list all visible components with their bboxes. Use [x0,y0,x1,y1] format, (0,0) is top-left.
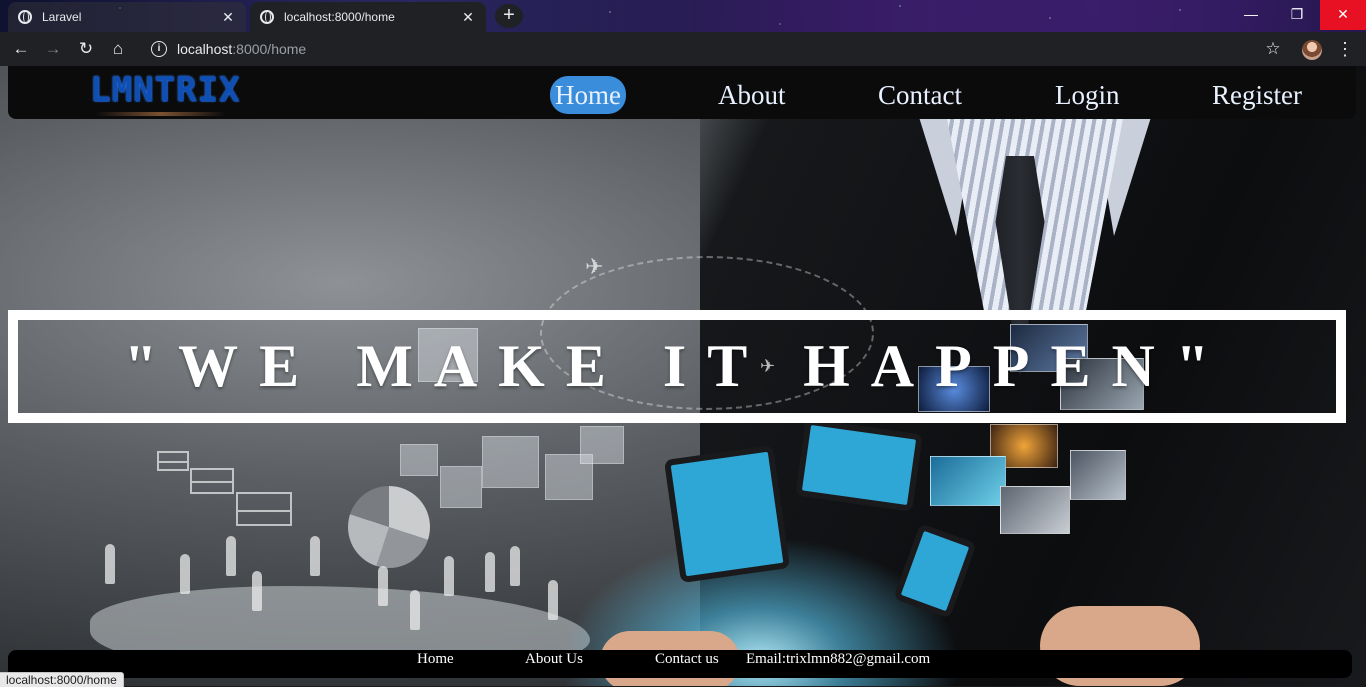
reload-icon[interactable]: ↻ [73,37,99,61]
footer-email: Email:trixlmn882@gmail.com [746,651,931,667]
person-silhouette [444,556,454,596]
person-silhouette [180,554,190,594]
new-tab-button[interactable]: + [495,4,523,28]
photo-tile [930,456,1006,506]
globe-icon [260,10,274,24]
tab-localhost-home[interactable]: localhost:8000/home ✕ [250,2,486,32]
close-tab-icon[interactable]: ✕ [460,9,476,26]
site-navbar: LMNTRIX Home About Contact Login Registe… [8,66,1356,119]
site-logo[interactable]: LMNTRIX [90,70,240,110]
url-path: :8000/home [232,41,307,57]
person-silhouette [548,580,558,620]
envelope-icon [236,492,292,526]
envelope-icon [190,468,234,494]
page-viewport: ✈ ✈ LMNTRIX Home About Contact Login Reg… [0,66,1366,686]
address-bar[interactable]: i localhost:8000/home [140,36,1295,62]
minimize-window-button[interactable]: — [1228,0,1274,30]
site-footer: Home About Us Contact us Email:trixlmn88… [8,650,1352,678]
photo-tile [1070,450,1126,500]
social-tile-graphic [440,466,482,508]
pie-chart-graphic [348,486,430,568]
person-silhouette [378,566,388,606]
person-silhouette [310,536,320,576]
nav-home-link[interactable]: Home [550,76,626,114]
person-silhouette [226,536,236,576]
browser-toolbar: ← → ↻ ⌂ i localhost:8000/home ☆ ⋮ [0,32,1366,66]
nav-register-link[interactable]: Register [1212,76,1302,114]
person-silhouette [105,544,115,584]
profile-avatar[interactable] [1302,40,1322,60]
person-silhouette [485,552,495,592]
url-host: localhost [177,41,233,57]
airplane-icon: ✈ [585,254,604,279]
back-arrow-icon[interactable]: ← [8,37,34,61]
globe-icon [18,10,32,24]
tab-title: localhost:8000/home [284,10,395,24]
envelope-icon [157,451,189,471]
link-status-bar: localhost:8000/home [0,672,124,687]
nav-login-link[interactable]: Login [1055,76,1120,114]
social-tile-graphic [580,426,624,464]
restore-window-button[interactable]: ❐ [1274,0,1320,30]
footer-about-link[interactable]: About Us [525,650,583,668]
social-tile-graphic [400,444,438,476]
tab-laravel[interactable]: Laravel ✕ [8,2,246,32]
laptop-graphic [795,418,923,512]
person-silhouette [510,546,520,586]
tab-title: Laravel [42,10,82,24]
bookmark-star-icon[interactable]: ☆ [1262,37,1284,61]
forward-arrow-icon[interactable]: → [40,37,66,61]
nav-about-link[interactable]: About [718,76,786,114]
home-icon[interactable]: ⌂ [105,37,131,61]
photo-tile [1000,486,1070,534]
footer-contact-link[interactable]: Contact us [655,650,719,668]
social-tile-graphic [482,436,539,488]
tablet-graphic [663,444,791,584]
browser-menu-icon[interactable]: ⋮ [1336,37,1354,61]
person-silhouette [252,571,262,611]
nav-contact-link[interactable]: Contact [878,76,962,114]
close-window-button[interactable]: ✕ [1320,0,1366,30]
logo-decoration [96,112,226,116]
site-info-icon[interactable]: i [151,41,167,57]
footer-home-link[interactable]: Home [417,650,454,668]
close-tab-icon[interactable]: ✕ [220,9,236,26]
hero-slogan: "WE MAKE IT HAPPEN" [123,333,1231,399]
browser-tab-strip: Laravel ✕ localhost:8000/home ✕ + — ❐ ✕ [0,0,1366,32]
person-silhouette [410,590,420,630]
hero-slogan-box: "WE MAKE IT HAPPEN" [8,310,1346,423]
